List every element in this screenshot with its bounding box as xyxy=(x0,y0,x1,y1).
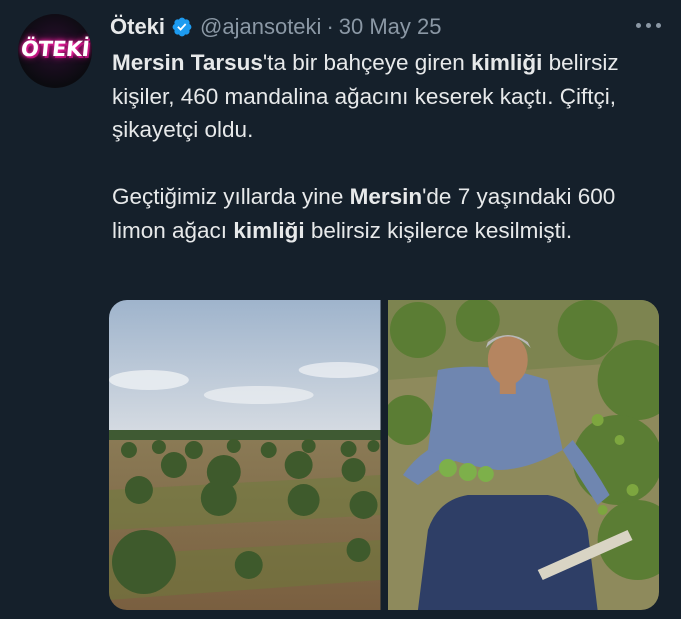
text-bold: Mersin xyxy=(349,184,423,209)
text-bold: Mersin Tarsus xyxy=(112,50,263,75)
orchard-image xyxy=(109,300,381,610)
author-handle[interactable]: @ajansoteki xyxy=(200,14,321,40)
avatar-logo-text: ÖTEKİ xyxy=(19,37,91,61)
media-image-orchard[interactable] xyxy=(109,300,381,610)
tweet-date[interactable]: 30 May 25 xyxy=(339,14,442,40)
separator-dot: · xyxy=(326,14,334,39)
verified-badge-icon xyxy=(172,17,192,37)
avatar[interactable]: ÖTEKİ xyxy=(18,14,92,88)
media-image-farmer[interactable] xyxy=(387,300,659,610)
more-options-icon[interactable] xyxy=(636,12,661,38)
text-span: 'ta bir bahçeye giren xyxy=(262,50,472,75)
text-bold: kimliği xyxy=(471,50,543,75)
farmer-image xyxy=(387,300,659,610)
text-span: Geçtiğimiz yıllarda yine xyxy=(112,184,350,209)
tweet-text: Mersin Tarsus'ta bir bahçeye giren kimli… xyxy=(112,46,657,247)
text-span: belirsiz kişilerce kesilmişti. xyxy=(304,217,573,243)
tweet-paragraph-1: Mersin Tarsus'ta bir bahçeye giren kimli… xyxy=(112,46,657,147)
author-name[interactable]: Öteki xyxy=(110,14,165,40)
media-grid xyxy=(109,300,659,610)
text-bold: kimliği xyxy=(233,217,305,243)
tweet-paragraph-2: Geçtiğimiz yıllarda yine Mersin'de 7 yaş… xyxy=(112,180,657,247)
tweet-header: Öteki @ajansoteki · 30 May 25 xyxy=(110,10,661,44)
